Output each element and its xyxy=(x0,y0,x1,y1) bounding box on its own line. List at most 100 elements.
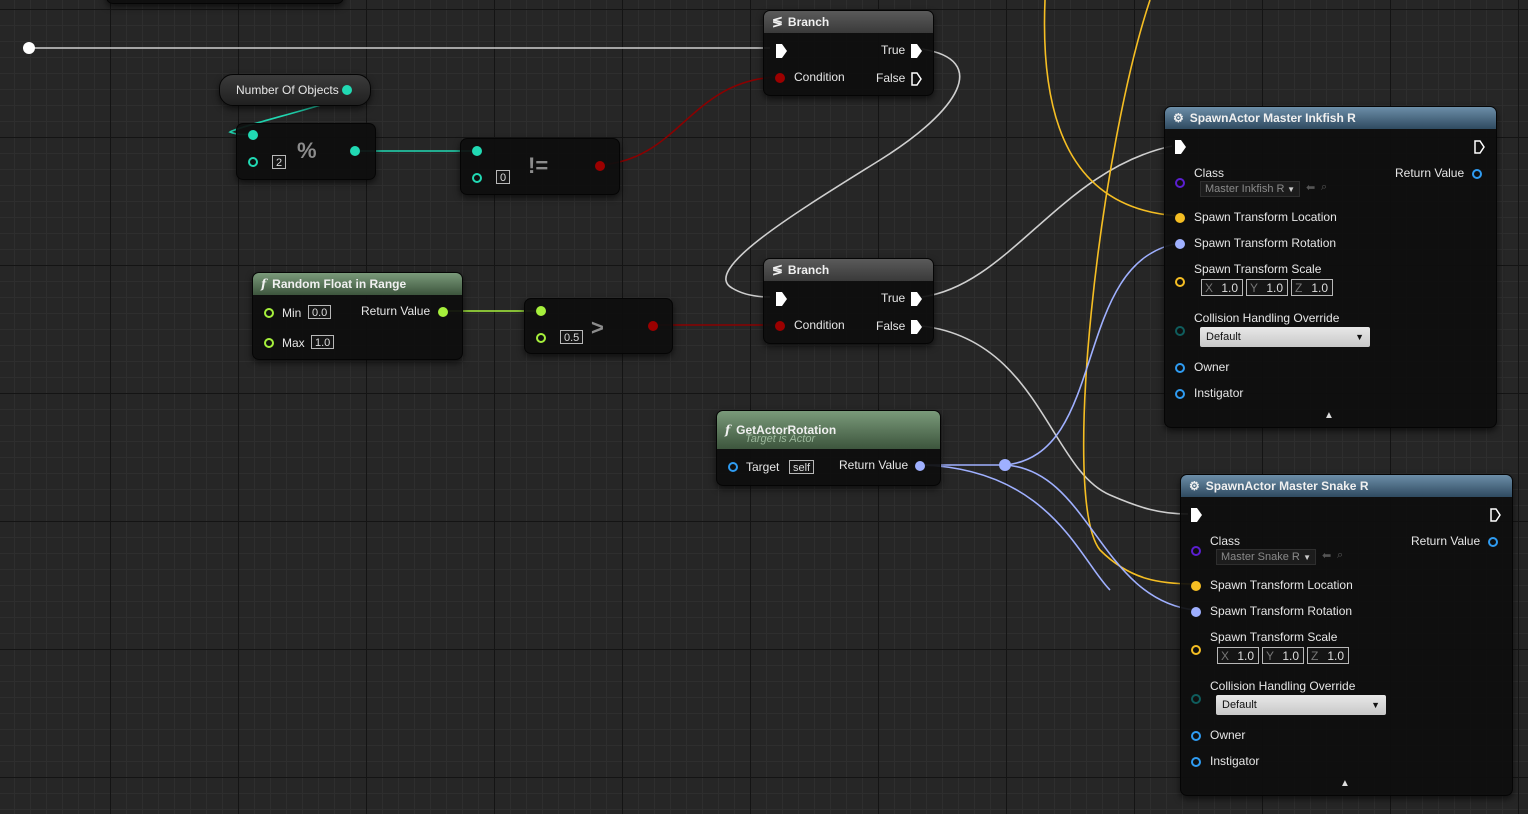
spawn-snake-return-pin[interactable] xyxy=(1488,537,1498,547)
use-selected-icon[interactable]: ⬅ xyxy=(1322,549,1331,562)
spawn-inkfish-instigator-pin[interactable] xyxy=(1175,389,1185,399)
greater-node[interactable]: 0.5 > xyxy=(524,298,673,354)
not-equal-b-value[interactable]: 0 xyxy=(496,170,511,184)
spawn-inkfish-owner-label: Owner xyxy=(1194,360,1230,374)
axis-y-label: Y xyxy=(1266,649,1275,663)
random-float-return-label: Return Value xyxy=(361,304,431,318)
spawn-snake-scale-x[interactable]: X 1.0 xyxy=(1217,647,1259,664)
spawn-snake-header[interactable]: ⚙ SpawnActor Master Snake R xyxy=(1181,475,1512,497)
spawn-snake-class-dropdown[interactable]: Master Snake R ▼ xyxy=(1216,549,1316,565)
spawn-inkfish-scale-z[interactable]: Z 1.0 xyxy=(1291,279,1333,296)
spawn-snake-scale-pin[interactable] xyxy=(1191,645,1201,655)
wire-rotator-direct-to-snake xyxy=(919,464,1111,591)
not-equal-input-b-pin[interactable] xyxy=(472,173,482,183)
spawn-inkfish-class-dropdown[interactable]: Master Inkfish R ▼ xyxy=(1200,181,1300,197)
offscreen-node-top[interactable] xyxy=(106,0,344,4)
spawn-snake-node[interactable]: ⚙ SpawnActor Master Snake R Class Master… xyxy=(1180,474,1513,796)
spawn-inkfish-return-pin[interactable] xyxy=(1472,169,1482,179)
get-actor-rotation-target-pin[interactable] xyxy=(728,462,738,472)
spawn-inkfish-node[interactable]: ⚙ SpawnActor Master Inkfish R Class Mast… xyxy=(1164,106,1497,428)
spawn-inkfish-collision-pin[interactable] xyxy=(1175,326,1185,336)
random-float-min-value[interactable]: 0.0 xyxy=(308,305,332,319)
modulo-node[interactable]: 2 % xyxy=(236,123,376,180)
random-float-max-value[interactable]: 1.0 xyxy=(311,335,335,349)
not-equal-input-a-pin[interactable] xyxy=(472,146,482,156)
spawn-inkfish-location-pin[interactable] xyxy=(1175,213,1185,223)
number-of-objects-node[interactable]: Number Of Objects xyxy=(219,74,371,106)
spawn-snake-scale-label: Spawn Transform Scale xyxy=(1210,630,1338,644)
branch-bottom-header[interactable]: ≶ Branch xyxy=(764,259,933,281)
random-float-max-pin[interactable] xyxy=(264,338,274,348)
browse-search-icon[interactable]: ⌕ xyxy=(1321,181,1327,194)
axis-x-label: X xyxy=(1205,281,1214,295)
spawn-snake-collision-dropdown[interactable]: Default ▼ xyxy=(1216,695,1386,715)
exec-reroute-knot[interactable] xyxy=(23,42,35,54)
branch-top-true-label: True xyxy=(881,43,906,57)
not-equal-output-pin[interactable] xyxy=(595,161,605,171)
get-actor-rotation-return-pin[interactable] xyxy=(915,461,925,471)
number-of-objects-output-pin[interactable] xyxy=(342,85,352,95)
spawn-snake-owner-pin[interactable] xyxy=(1191,731,1201,741)
modulo-input-a-pin[interactable] xyxy=(248,130,258,140)
chevron-down-icon: ▼ xyxy=(1371,700,1380,710)
branch-node-bottom[interactable]: ≶ Branch True Condition False xyxy=(763,258,934,344)
random-float-header[interactable]: f Random Float in Range xyxy=(253,273,462,295)
get-actor-rotation-node[interactable]: f GetActorRotation Target is Actor Targe… xyxy=(716,410,941,486)
spawn-inkfish-owner-pin[interactable] xyxy=(1175,363,1185,373)
modulo-b-value[interactable]: 2 xyxy=(272,155,287,169)
wire-rotator-to-inkfish-rotation xyxy=(1004,242,1181,466)
branch-bottom-condition-pin[interactable] xyxy=(775,321,785,331)
spawn-inkfish-rotation-pin[interactable] xyxy=(1175,239,1185,249)
spawn-snake-scale-y[interactable]: Y 1.0 xyxy=(1262,647,1304,664)
spawn-inkfish-scale-y[interactable]: Y 1.0 xyxy=(1246,279,1288,296)
spawn-inkfish-location-label: Spawn Transform Location xyxy=(1194,210,1337,224)
number-of-objects-label: Number Of Objects xyxy=(236,83,339,97)
spawn-inkfish-scale-label: Spawn Transform Scale xyxy=(1194,262,1322,276)
wire-bool-not-equal-to-condition xyxy=(599,76,779,166)
spawn-snake-rotation-pin[interactable] xyxy=(1191,607,1201,617)
spawn-inkfish-scale-pin[interactable] xyxy=(1175,277,1185,287)
scale-x-value: 1.0 xyxy=(1237,649,1254,663)
rotator-reroute-knot[interactable] xyxy=(999,459,1011,471)
spawn-snake-location-pin[interactable] xyxy=(1191,581,1201,591)
axis-y-label: Y xyxy=(1250,281,1259,295)
spawn-inkfish-scale-x[interactable]: X 1.0 xyxy=(1201,279,1243,296)
modulo-output-pin[interactable] xyxy=(350,146,360,156)
spawn-snake-class-pin[interactable] xyxy=(1191,546,1201,556)
greater-b-value[interactable]: 0.5 xyxy=(560,330,584,344)
spawn-snake-class-label: Class xyxy=(1210,534,1241,548)
collapse-advanced-icon[interactable]: ▲ xyxy=(1340,778,1350,789)
spawn-actor-icon: ⚙ xyxy=(1173,111,1184,125)
spawn-snake-instigator-pin[interactable] xyxy=(1191,757,1201,767)
greater-input-a-pin[interactable] xyxy=(536,306,546,316)
branch-bottom-true-label: True xyxy=(881,291,906,305)
browse-search-icon[interactable]: ⌕ xyxy=(1337,549,1343,562)
use-selected-icon[interactable]: ⬅ xyxy=(1306,181,1315,194)
branch-bottom-title: Branch xyxy=(787,263,830,277)
spawn-inkfish-collision-dropdown[interactable]: Default ▼ xyxy=(1200,327,1370,347)
greater-output-pin[interactable] xyxy=(648,321,658,331)
scale-x-value: 1.0 xyxy=(1221,281,1238,295)
random-float-min-pin[interactable] xyxy=(264,308,274,318)
spawn-snake-collision-pin[interactable] xyxy=(1191,694,1201,704)
collapse-advanced-icon[interactable]: ▲ xyxy=(1324,410,1334,421)
spawn-snake-collision-value: Default xyxy=(1222,699,1257,711)
not-equal-node[interactable]: 0 != xyxy=(460,138,620,195)
random-float-return-pin[interactable] xyxy=(438,307,448,317)
random-float-node[interactable]: f Random Float in Range Min 0.0 Return V… xyxy=(252,272,463,360)
spawn-snake-scale-z[interactable]: Z 1.0 xyxy=(1307,647,1349,664)
get-actor-rotation-target-value[interactable]: self xyxy=(789,460,815,474)
spawn-snake-owner-label: Owner xyxy=(1210,728,1246,742)
branch-top-false-label: False xyxy=(876,71,906,85)
branch-node-top[interactable]: ≶ Branch True Condition False xyxy=(763,10,934,96)
greater-input-b-pin[interactable] xyxy=(536,333,546,343)
spawn-inkfish-header[interactable]: ⚙ SpawnActor Master Inkfish R xyxy=(1165,107,1496,129)
branch-top-condition-pin[interactable] xyxy=(775,73,785,83)
branch-top-header[interactable]: ≶ Branch xyxy=(764,11,933,33)
branch-icon: ≶ xyxy=(772,262,783,277)
spawn-inkfish-rotation-label: Spawn Transform Rotation xyxy=(1194,236,1337,250)
get-actor-rotation-target-label: Target xyxy=(746,460,780,474)
spawn-inkfish-class-pin[interactable] xyxy=(1175,178,1185,188)
modulo-input-b-pin[interactable] xyxy=(248,157,258,167)
not-equal-operator: != xyxy=(528,153,549,178)
